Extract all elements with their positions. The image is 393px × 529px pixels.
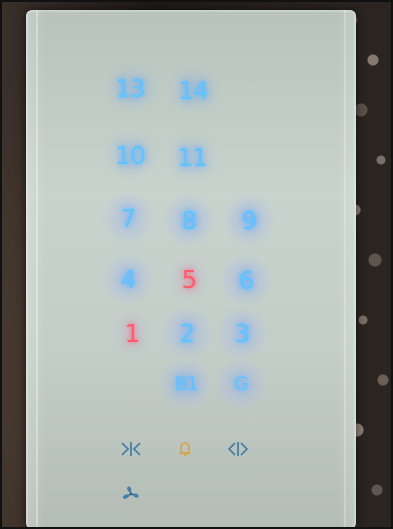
floor-label: 4	[120, 264, 137, 294]
alarm-bell-icon	[179, 442, 191, 457]
floor-label: B1	[174, 373, 198, 395]
floor-button-3[interactable]: 3	[214, 305, 270, 361]
door-open-button[interactable]	[227, 441, 249, 457]
floor-label: 5	[181, 264, 198, 294]
door-close-icon	[121, 442, 141, 456]
floor-label: 1	[124, 318, 141, 348]
floor-button-13[interactable]: 13	[102, 60, 158, 116]
fan-button[interactable]	[121, 485, 141, 503]
floor-label: 13	[115, 73, 146, 103]
door-close-button[interactable]	[120, 441, 142, 457]
floor-button-6[interactable]: 6	[218, 252, 274, 308]
door-open-icon	[227, 442, 249, 456]
floor-label: 7	[120, 203, 137, 233]
elevator-panel-photo: 13 14 10 11 7 8 9 4 5 6 1 2 3 B1 G	[0, 0, 393, 529]
floor-label: 14	[178, 75, 209, 105]
floor-button-b1[interactable]: B1	[158, 356, 214, 412]
floor-label: 11	[177, 142, 208, 172]
fan-icon	[122, 486, 139, 499]
floor-label: 9	[241, 205, 258, 235]
floor-label: 10	[115, 140, 146, 170]
floor-button-10[interactable]: 10	[102, 127, 158, 183]
floor-button-14[interactable]: 14	[165, 62, 221, 118]
floor-label: 8	[181, 205, 198, 235]
floor-button-9[interactable]: 9	[221, 192, 277, 248]
floor-button-1[interactable]: 1	[104, 305, 160, 361]
floor-button-11[interactable]: 11	[164, 129, 220, 185]
floor-button-5[interactable]: 5	[161, 251, 217, 307]
floor-label: 3	[234, 318, 251, 348]
floor-label: 2	[179, 318, 196, 348]
floor-button-4[interactable]: 4	[100, 251, 156, 307]
floor-button-7[interactable]: 7	[100, 190, 156, 246]
floor-button-g[interactable]: G	[213, 356, 269, 412]
floor-button-8[interactable]: 8	[161, 192, 217, 248]
alarm-button[interactable]	[178, 441, 192, 457]
floor-button-2[interactable]: 2	[159, 305, 215, 361]
floor-label: G	[234, 373, 249, 395]
floor-label: 6	[238, 265, 255, 295]
